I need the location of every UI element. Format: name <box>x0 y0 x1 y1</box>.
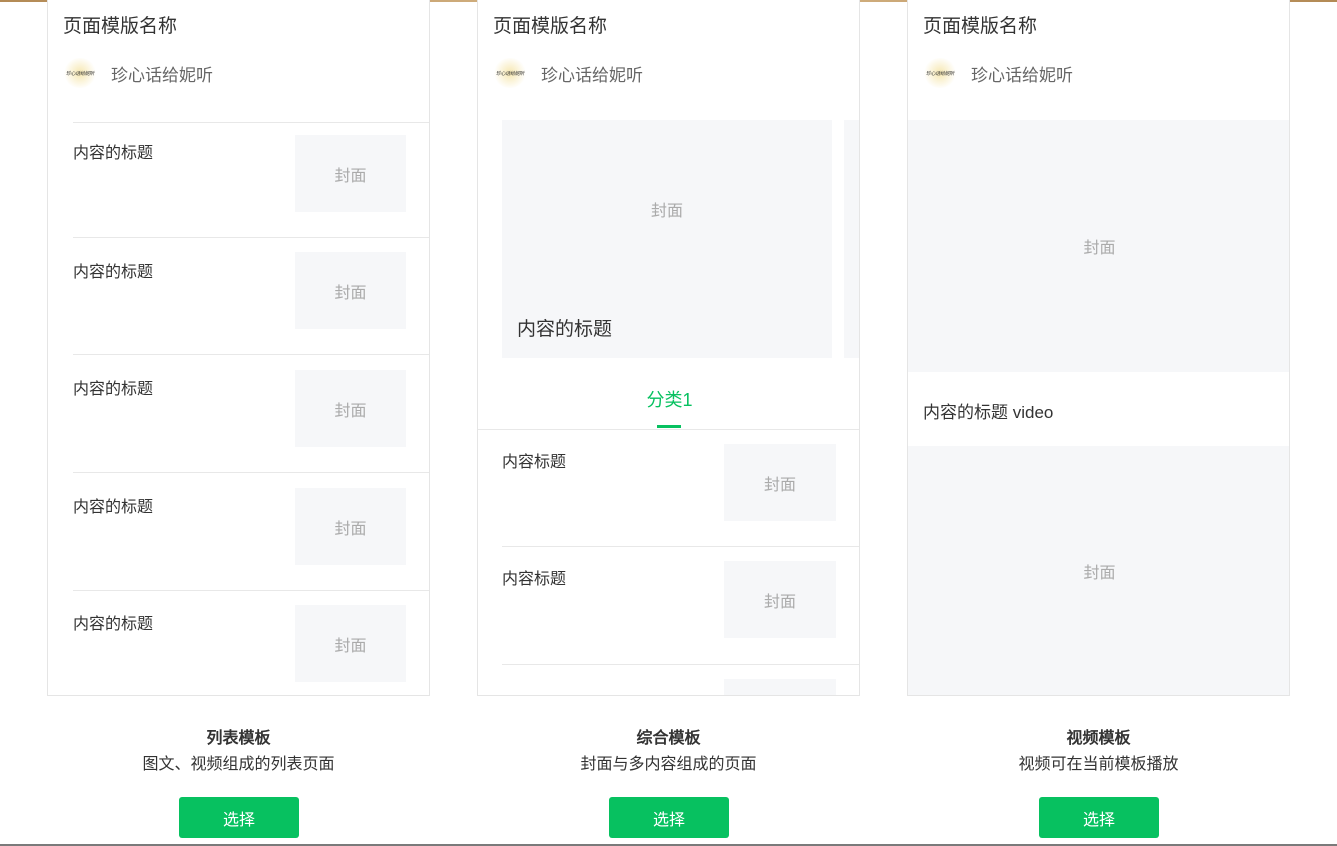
list-item: 内容的标题 封面 <box>73 237 429 329</box>
hero-card: 封面 内容的标题 <box>502 120 832 358</box>
cover-placeholder-partial <box>724 679 836 695</box>
author-bar: 珍心话给妮听 珍心话给妮听 <box>923 58 1073 88</box>
cover-placeholder: 封面 <box>724 561 836 638</box>
template-description: 图文、视频组成的列表页面 <box>142 756 335 773</box>
page-title: 页面模版名称 <box>63 16 178 37</box>
list-template-preview: 页面模版名称 珍心话给妮听 珍心话给妮听 内容的标题 封面 内容的标题 封面 内… <box>47 0 430 696</box>
select-composite-template-button[interactable]: 选择 <box>609 797 729 838</box>
template-name: 视频模板 <box>1066 730 1131 747</box>
template-name: 综合模板 <box>636 730 701 747</box>
page-title: 页面模版名称 <box>923 16 1038 37</box>
cover-placeholder: 封面 <box>295 488 406 565</box>
cover-placeholder: 封面 <box>908 446 1289 695</box>
row-divider <box>502 546 859 547</box>
page-title: 页面模版名称 <box>493 16 608 37</box>
list-item-title: 内容的标题 <box>73 264 154 281</box>
hero-cover-placeholder: 封面 <box>502 120 832 298</box>
author-avatar-icon: 珍心话给妮听 <box>493 58 527 88</box>
select-list-template-button[interactable]: 选择 <box>179 797 299 838</box>
video-title: 内容的标题 video <box>923 403 1054 422</box>
list-item-title: 内容的标题 <box>73 499 154 516</box>
list-item-title: 内容的标题 <box>73 145 154 162</box>
author-bar: 珍心话给妮听 珍心话给妮听 <box>63 58 213 88</box>
cover-placeholder: 封面 <box>724 444 836 521</box>
hero-title: 内容的标题 <box>517 319 613 340</box>
author-avatar-icon: 珍心话给妮听 <box>63 58 97 88</box>
cover-placeholder: 封面 <box>295 252 406 329</box>
select-video-template-button[interactable]: 选择 <box>1039 797 1159 838</box>
cover-placeholder: 封面 <box>295 605 406 682</box>
list-item-title: 内容标题 <box>502 571 567 588</box>
cover-placeholder: 封面 <box>295 135 406 212</box>
tab-category-1[interactable]: 分类1 <box>478 386 859 412</box>
list-item: 内容的标题 封面 <box>73 122 429 212</box>
video-template-preview: 页面模版名称 珍心话给妮听 珍心话给妮听 封面 内容的标题 video 封面 <box>907 0 1290 696</box>
template-description: 视频可在当前模板播放 <box>1018 756 1179 773</box>
next-hero-card-peek <box>844 120 859 358</box>
author-name: 珍心话给妮听 <box>111 65 213 85</box>
author-name: 珍心话给妮听 <box>541 65 643 85</box>
list-item: 内容的标题 封面 <box>73 590 429 682</box>
active-tab-indicator <box>657 425 681 428</box>
cover-placeholder: 封面 <box>295 370 406 447</box>
template-name: 列表模板 <box>206 730 271 747</box>
video-cover-placeholder: 封面 <box>908 120 1289 372</box>
composite-template-preview: 页面模版名称 珍心话给妮听 珍心话给妮听 封面 内容的标题 分类1 内容标题 封… <box>477 0 860 696</box>
author-bar: 珍心话给妮听 珍心话给妮听 <box>493 58 643 88</box>
list-item-title: 内容的标题 <box>73 381 154 398</box>
list-item-title: 内容的标题 <box>73 616 154 633</box>
tab-divider <box>478 429 859 430</box>
author-avatar-icon: 珍心话给妮听 <box>923 58 957 88</box>
row-divider <box>502 664 859 665</box>
list-item: 内容的标题 封面 <box>73 354 429 447</box>
list-item: 内容的标题 封面 <box>73 472 429 565</box>
author-name: 珍心话给妮听 <box>971 65 1073 85</box>
list-item-title: 内容标题 <box>502 454 567 471</box>
template-description: 封面与多内容组成的页面 <box>580 756 757 773</box>
